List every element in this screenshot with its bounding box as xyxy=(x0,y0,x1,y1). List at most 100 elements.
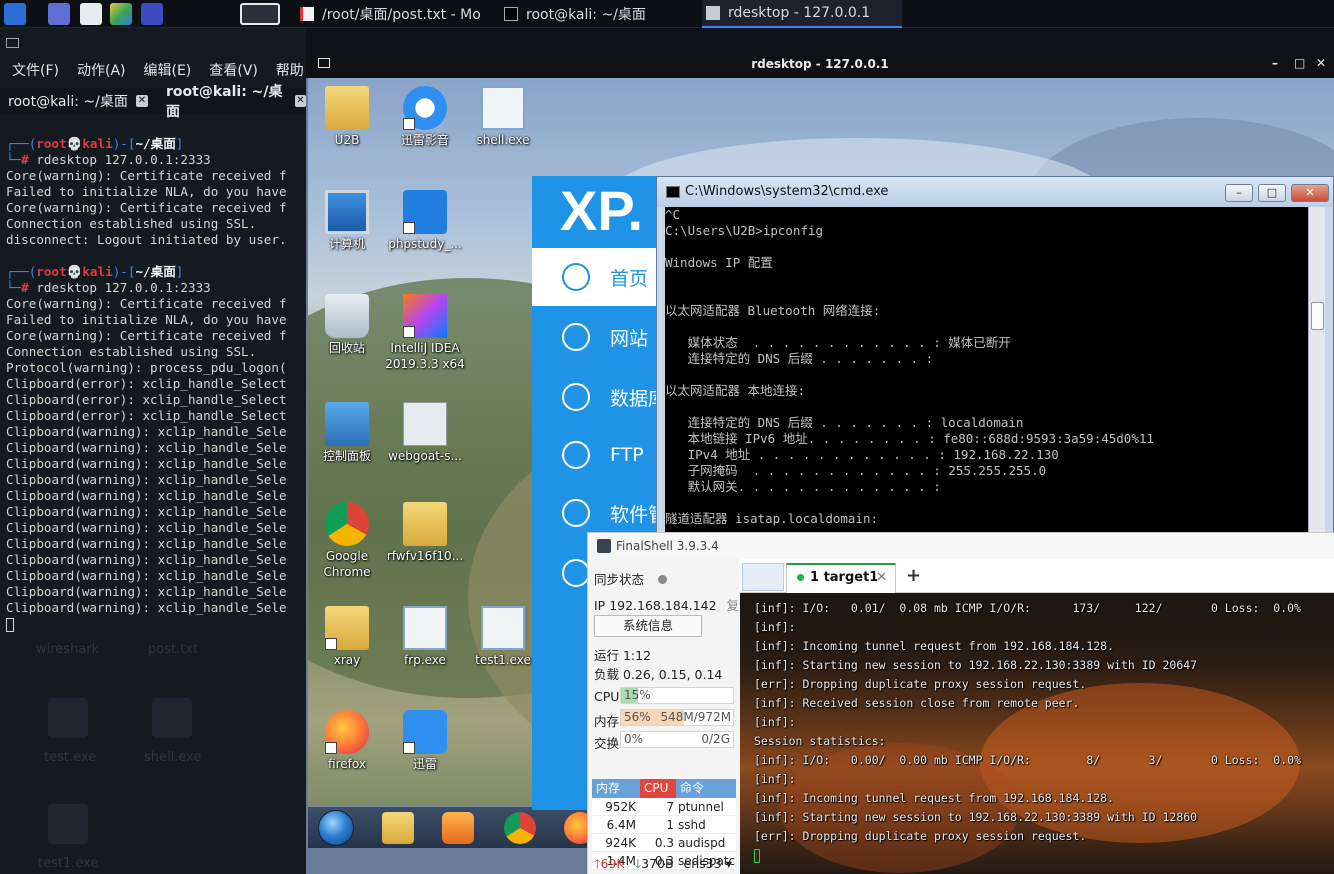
col-cmd[interactable]: 命令 xyxy=(676,779,736,798)
process-row[interactable]: 924K 0.3 audispd xyxy=(592,834,736,852)
command: rdesktop 127.0.0.1:2333 xyxy=(28,280,211,295)
finalshell-terminal[interactable]: [inf]: I/O: 0.01/ 0.08 mb ICMP I/O/R: 17… xyxy=(740,593,1334,874)
explorer-icon[interactable] xyxy=(382,812,414,844)
desktop-icon-u2b[interactable]: U2B xyxy=(308,86,386,148)
net-up: 69K xyxy=(600,856,625,871)
sysinfo-button[interactable]: 系统信息 xyxy=(594,615,702,637)
process-row[interactable]: 952K 7 ptunnel xyxy=(592,798,736,816)
maximize-button[interactable]: □ xyxy=(1294,56,1305,70)
desktop-icon-test1[interactable]: test1.exe xyxy=(464,606,542,668)
screen-recorder-icon[interactable] xyxy=(141,3,163,25)
nav-database[interactable]: 数据库 xyxy=(532,368,656,426)
command-line: └─# rdesktop 127.0.0.1:2333 xyxy=(6,280,306,296)
close-button[interactable]: ✕ xyxy=(1291,184,1329,202)
file-manager-icon[interactable] xyxy=(80,3,102,25)
swap-percent: 0% xyxy=(624,732,644,746)
icon-label: rfwfv16f10... xyxy=(386,549,464,563)
close-icon[interactable]: ✕ xyxy=(135,95,148,107)
close-icon[interactable]: ✕ xyxy=(294,95,306,107)
icon-label: Google Chrome xyxy=(323,549,371,579)
server-ip: IP 192.168.184.142 复制 xyxy=(594,595,752,614)
terminal-line: [err]: Dropping duplicate proxy session … xyxy=(754,829,1087,843)
menu-file[interactable]: 文件(F) xyxy=(12,60,59,84)
window-icon xyxy=(706,6,720,20)
nav-home[interactable]: 首页 xyxy=(532,248,656,306)
media-player-icon[interactable] xyxy=(442,812,474,844)
output-line: Core(warning): Certificate received f xyxy=(6,168,287,183)
task-post-txt[interactable]: /root/桌面/post.txt - Mo xyxy=(300,0,496,28)
maximize-button[interactable]: □ xyxy=(1258,184,1286,202)
windows-start-icon[interactable] xyxy=(318,810,354,846)
desktop-icon-chrome[interactable]: Google Chrome xyxy=(308,502,386,580)
nav-label: 软件管理 xyxy=(610,503,656,526)
minimize-button[interactable]: – xyxy=(1272,56,1278,70)
process-mem: 924K xyxy=(605,836,636,850)
task-rdesktop[interactable]: rdesktop - 127.0.0.1 xyxy=(702,0,902,28)
process-row[interactable]: 6.4M 1 sshd xyxy=(592,816,736,834)
workspace-switcher[interactable] xyxy=(240,3,280,25)
nav-ftp[interactable]: FTP xyxy=(532,426,656,484)
desktop-icon-shell-exe[interactable]: shell.exe xyxy=(464,86,542,148)
swap-meter: 0% 0/2G xyxy=(620,731,734,748)
col-mem[interactable]: 内存 xyxy=(592,779,640,798)
terminal-line: [inf]: I/O: 0.00/ 0.00 mb ICMP I/O/R: 8/… xyxy=(754,753,1301,767)
terminal-tab-1[interactable]: root@kali: ~/桌面 ✕ xyxy=(8,88,148,114)
terminal-tab-2[interactable]: root@kali: ~/桌面 ✕ xyxy=(166,84,306,120)
terminal-window: 文件(F) 动作(A) 编辑(E) 查看(V) 帮助 root@kali: ~/… xyxy=(0,28,306,874)
desktop-icon-rfwfv[interactable]: rfwfv16f10... xyxy=(386,502,464,564)
cursor-line xyxy=(754,846,1334,865)
desktop-icon-xunlei-player[interactable]: 迅雷影音 xyxy=(386,86,464,148)
process-table-header: 内存 CPU 命令 xyxy=(592,779,736,798)
show-desktop-icon[interactable] xyxy=(48,3,70,25)
tab-label: root@kali: ~/桌面 xyxy=(8,94,128,110)
text-editor-icon[interactable] xyxy=(110,3,132,25)
chevron-down-icon[interactable]: ▾ xyxy=(726,856,732,871)
icon-label: xray xyxy=(333,653,361,667)
task-label: /root/桌面/post.txt - Mo xyxy=(322,7,481,23)
globe-icon xyxy=(562,323,590,351)
desktop-icon-frp[interactable]: frp.exe xyxy=(386,606,464,668)
task-terminal[interactable]: root@kali: ~/桌面 xyxy=(504,0,696,28)
folder-open-icon[interactable] xyxy=(742,563,784,591)
nav-website[interactable]: 网站 xyxy=(532,308,656,366)
icon-label: 计算机 xyxy=(328,237,365,251)
close-icon[interactable]: ✕ xyxy=(876,565,887,591)
close-button[interactable]: ✕ xyxy=(1316,56,1326,70)
desktop-icon-xray[interactable]: xray xyxy=(308,606,386,668)
desktop-icon-recycle-bin[interactable]: 回收站 xyxy=(308,294,386,356)
desktop-icon-firefox[interactable]: firefox xyxy=(308,710,386,772)
terminal-output[interactable]: ┌──(root💀kali)-[~/桌面] └─# rdesktop 127.0.… xyxy=(6,136,306,856)
output-line: Clipboard(warning): xclip_handle_Sele xyxy=(6,536,287,551)
desktop-icon-webgoat[interactable]: webgoat-s... xyxy=(386,402,464,464)
icon-label: shell.exe xyxy=(476,133,530,147)
kali-menu-icon[interactable] xyxy=(4,3,26,25)
chrome-icon[interactable] xyxy=(504,812,536,844)
desktop-icon-xunlei[interactable]: 迅雷 xyxy=(386,710,464,772)
output-line: Clipboard(warning): xclip_handle_Sele xyxy=(6,488,287,503)
cmd-line: IPv4 地址 . . . . . . . . . . . . : 192.16… xyxy=(665,447,1059,462)
icon-label: phpstudy_... xyxy=(388,237,462,251)
menu-action[interactable]: 动作(A) xyxy=(77,60,126,84)
command: rdesktop 127.0.0.1:2333 xyxy=(28,152,211,167)
nav-label: FTP xyxy=(610,444,644,466)
minimize-button[interactable]: – xyxy=(1225,184,1253,202)
net-iface[interactable]: ens33 xyxy=(684,856,722,871)
desktop-icon-computer[interactable]: 计算机 xyxy=(308,190,386,252)
scrollbar-thumb[interactable] xyxy=(1311,302,1324,330)
text-cursor xyxy=(6,617,14,632)
terminal-window-icon xyxy=(6,38,19,48)
session-tab[interactable]: 1 target1 ✕ xyxy=(786,563,896,593)
terminal-line: [inf]: Incoming tunnel request from 192.… xyxy=(754,791,1115,805)
desktop-icon-phpstudy[interactable]: phpstudy_... xyxy=(386,190,464,252)
cpu-value: 15% xyxy=(624,688,651,702)
finalshell-icon xyxy=(597,539,611,553)
network-stats: 🡑69K 🡓370B ens33 ▾ xyxy=(594,855,732,874)
desktop-icon-control-panel[interactable]: 控制面板 xyxy=(308,402,386,464)
cmd-scrollbar[interactable] xyxy=(1308,207,1325,537)
col-cpu[interactable]: CPU xyxy=(640,779,676,798)
ftp-icon xyxy=(562,441,590,469)
desktop-icon-intellij[interactable]: IntelliJ IDEA 2019.3.3 x64 xyxy=(380,294,470,372)
add-tab-icon[interactable]: + xyxy=(906,565,921,586)
cmd-output[interactable]: ^C C:\Users\U2B>ipconfig Windows IP 配置 以太… xyxy=(665,207,1315,537)
cursor-line xyxy=(6,616,306,632)
